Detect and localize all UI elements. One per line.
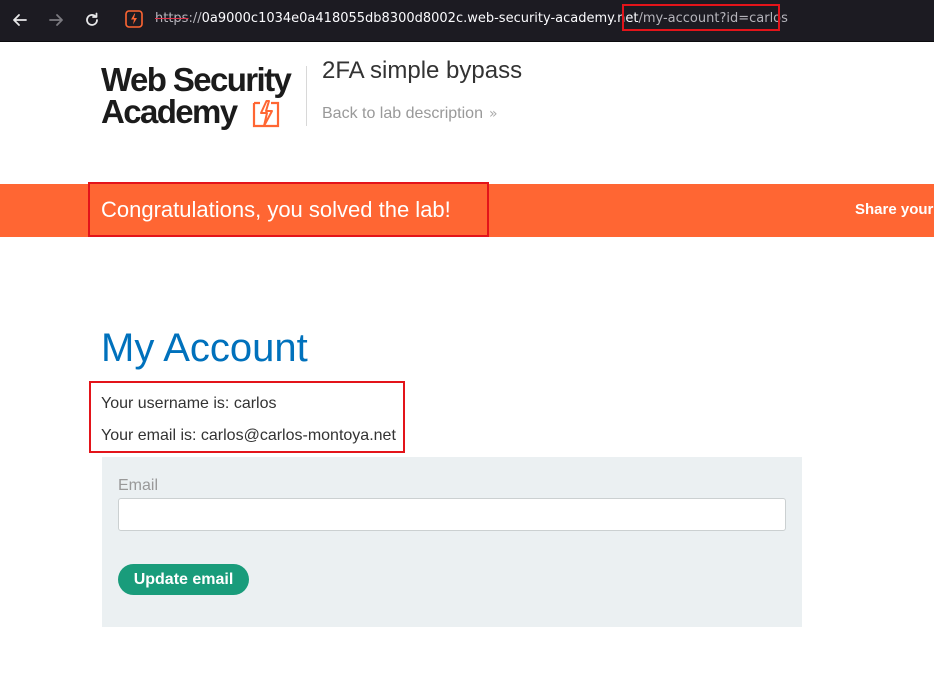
arrow-left-icon xyxy=(13,14,27,26)
reload-icon xyxy=(86,12,98,26)
site-favicon-icon xyxy=(125,10,143,28)
update-email-button[interactable]: Update email xyxy=(118,564,249,595)
header-divider xyxy=(306,66,307,126)
double-chevron-icon: » xyxy=(488,106,498,122)
account-info-highlight xyxy=(89,381,405,453)
back-link-label: Back to lab description xyxy=(322,105,483,122)
url-scheme: https xyxy=(155,11,189,26)
banner-highlight xyxy=(88,182,489,237)
logo-line-1: Web Security xyxy=(101,61,292,98)
back-to-lab-description-link[interactable]: Back to lab description » xyxy=(322,105,498,123)
email-field[interactable] xyxy=(118,498,786,531)
forward-button[interactable] xyxy=(45,9,67,31)
change-email-form xyxy=(102,457,802,627)
arrow-right-icon xyxy=(49,14,63,26)
browser-toolbar: https://0a9000c1034e0a418055db8300d8002c… xyxy=(0,0,934,42)
email-label: Email xyxy=(118,477,159,494)
url-path-highlight xyxy=(622,4,780,31)
lab-title: 2FA simple bypass xyxy=(322,57,523,84)
url-separator: :// xyxy=(188,11,202,26)
reload-button[interactable] xyxy=(81,9,103,31)
page-title: My Account xyxy=(101,326,308,370)
share-link[interactable]: Share your xyxy=(855,201,933,218)
url-host: 0a9000c1034e0a418055db8300d8002c.web-sec… xyxy=(201,11,639,26)
lightning-logo-icon xyxy=(252,100,280,128)
back-button[interactable] xyxy=(9,9,31,31)
